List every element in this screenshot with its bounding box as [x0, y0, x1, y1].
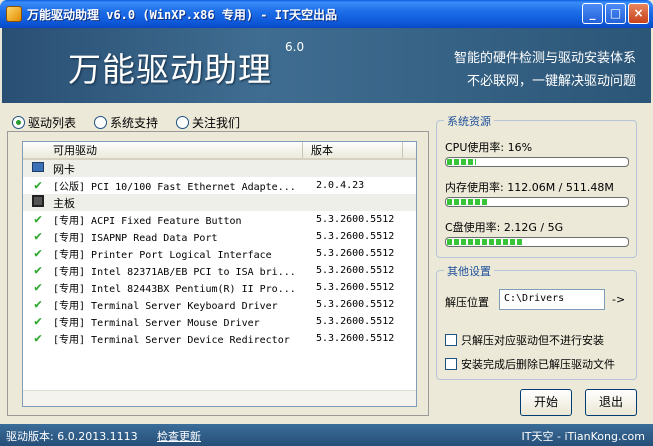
- memory-usage-label: 内存使用率: 112.06M / 511.48M: [445, 181, 614, 194]
- column-header-version[interactable]: 版本: [303, 142, 403, 158]
- table-row[interactable]: ✔ [专用] ISAPNP Read Data Port 5.3.2600.5512: [23, 228, 416, 245]
- table-row[interactable]: ✔ [专用] Terminal Server Device Redirector 5…: [23, 330, 416, 347]
- table-row[interactable]: ✔ [专用] Terminal Server Keyboard Driver 5.3…: [23, 296, 416, 313]
- check-icon: ✔: [34, 263, 42, 278]
- extract-path-input[interactable]: C:\Drivers: [499, 289, 605, 310]
- column-header-driver[interactable]: 可用驱动: [23, 142, 303, 158]
- driver-name: 主板: [53, 196, 75, 210]
- driver-version: 5.3.2600.5512: [316, 265, 395, 276]
- cpu-usage-label: CPU使用率: 16%: [445, 141, 533, 154]
- memory-usage-bar: [445, 197, 629, 207]
- window-title: 万能驱动助理 v6.0 (WinXP.x86 专用) - IT天空出品: [27, 8, 338, 22]
- cpu-usage-bar: [445, 157, 629, 167]
- cpu-usage-fill: [447, 159, 476, 165]
- checkbox-box: [445, 358, 457, 370]
- driver-name: [专用] Intel 82443BX Pentium(R) II Pro...: [53, 284, 296, 295]
- list-body: 网卡 ✔ [公版] PCI 10/100 Fast Ethernet Adapte.…: [23, 160, 416, 347]
- check-icon: ✔: [34, 178, 42, 193]
- slogan-line-2: 不必联网，一键解决驱动问题: [466, 74, 636, 89]
- extract-only-checkbox[interactable]: 只解压对应驱动但不进行安装: [445, 332, 604, 348]
- network-card-icon: [30, 162, 46, 175]
- table-row[interactable]: ✔ [专用] Terminal Server Mouse Driver 5.3.26…: [23, 313, 416, 330]
- banner: 万能驱动助理 6.0 智能的硬件检测与驱动安装体系 不必联网，一键解决驱动问题: [2, 28, 651, 103]
- table-row[interactable]: ✔ [专用] Intel 82371AB/EB PCI to ISA bri...…: [23, 262, 416, 279]
- tab-follow-us[interactable]: 关注我们: [176, 114, 240, 131]
- app-icon: [6, 6, 22, 22]
- check-icon: ✔: [34, 297, 42, 312]
- check-icon: ✔: [34, 246, 42, 261]
- other-settings-panel: 其他设置 解压位置 C:\Drivers -> 只解压对应驱动但不进行安装 安装…: [436, 263, 637, 380]
- close-button[interactable]: ×: [628, 3, 649, 24]
- disk-usage-label: C盘使用率: 2.12G / 5G: [445, 221, 564, 234]
- horizontal-scrollbar[interactable]: [23, 390, 416, 406]
- slogan-line-1: 智能的硬件检测与驱动安装体系: [453, 51, 636, 66]
- driver-name: [专用] Intel 82371AB/EB PCI to ISA bri...: [53, 267, 296, 278]
- tab-driver-list[interactable]: 驱动列表: [12, 114, 76, 131]
- check-icon: ✔: [34, 229, 42, 244]
- title-bar[interactable]: 万能驱动助理 v6.0 (WinXP.x86 专用) - IT天空出品 _ □ …: [0, 0, 653, 28]
- disk-usage-bar: [445, 237, 629, 247]
- radio-icon: [176, 116, 189, 129]
- driver-version: 5.3.2600.5512: [316, 316, 395, 327]
- checkbox-label: 安装完成后删除已解压驱动文件: [461, 358, 615, 371]
- driver-version: 5.3.2600.5512: [316, 214, 395, 225]
- minimize-button[interactable]: _: [582, 3, 603, 24]
- driver-name: [专用] Terminal Server Device Redirector: [53, 335, 290, 346]
- table-row[interactable]: ✔ [公版] PCI 10/100 Fast Ethernet Adapte...…: [23, 177, 416, 194]
- motherboard-icon: [30, 195, 46, 210]
- site-text: IT天空 - iTianKong.com: [521, 430, 645, 443]
- brand-version: 6.0: [285, 40, 305, 54]
- table-row[interactable]: ✔ [专用] ACPI Fixed Feature Button 5.3.2600.…: [23, 211, 416, 228]
- list-group-row[interactable]: 主板: [23, 194, 416, 211]
- exit-button[interactable]: 退出: [585, 389, 637, 416]
- tab-label: 系统支持: [110, 116, 159, 130]
- extract-path-label: 解压位置: [445, 296, 489, 309]
- tab-label: 关注我们: [192, 116, 241, 130]
- list-header: 可用驱动 版本: [23, 142, 416, 160]
- check-icon: ✔: [34, 331, 42, 346]
- driver-list[interactable]: 可用驱动 版本 网卡 ✔ [公版] PCI 10/100 Fast Ethernet…: [22, 141, 417, 407]
- radio-selected-icon: [12, 116, 25, 129]
- memory-usage-fill: [447, 199, 487, 205]
- check-icon: ✔: [34, 280, 42, 295]
- start-button[interactable]: 开始: [520, 389, 572, 416]
- check-update-link[interactable]: 检查更新: [157, 428, 201, 444]
- driver-version: 5.3.2600.5512: [316, 282, 395, 293]
- driver-name: [专用] ACPI Fixed Feature Button: [53, 216, 242, 227]
- table-row[interactable]: ✔ [专用] Intel 82443BX Pentium(R) II Pro...…: [23, 279, 416, 296]
- driver-name: [专用] Terminal Server Keyboard Driver: [53, 301, 278, 312]
- driver-name: 网卡: [53, 162, 75, 176]
- tab-system-support[interactable]: 系统支持: [94, 114, 158, 131]
- driver-name: [专用] Printer Port Logical Interface: [53, 250, 272, 261]
- status-bar: 驱动版本: 6.0.2013.1113 检查更新 IT天空 - iTianKon…: [0, 424, 653, 446]
- system-resources-panel: 系统资源 CPU使用率: 16% 内存使用率: 112.06M / 511.48…: [436, 113, 637, 258]
- checkbox-label: 只解压对应驱动但不进行安装: [461, 334, 604, 347]
- list-group-row[interactable]: 网卡: [23, 160, 416, 177]
- radio-icon: [94, 116, 107, 129]
- driver-version: 5.3.2600.5512: [316, 231, 395, 242]
- check-icon: ✔: [34, 314, 42, 329]
- table-row[interactable]: ✔ [专用] Printer Port Logical Interface 5.3.…: [23, 245, 416, 262]
- tab-label: 驱动列表: [28, 116, 77, 130]
- system-resources-title: 系统资源: [444, 113, 494, 129]
- driver-version: 5.3.2600.5512: [316, 333, 395, 344]
- driver-name: [公版] PCI 10/100 Fast Ethernet Adapte...: [53, 182, 296, 193]
- delete-after-install-checkbox[interactable]: 安装完成后删除已解压驱动文件: [445, 356, 615, 372]
- check-icon: ✔: [34, 212, 42, 227]
- other-settings-title: 其他设置: [444, 263, 494, 279]
- checkbox-box: [445, 334, 457, 346]
- driver-name: [专用] ISAPNP Read Data Port: [53, 233, 218, 244]
- driver-name: [专用] Terminal Server Mouse Driver: [53, 318, 260, 329]
- driver-version: 2.0.4.23: [316, 180, 365, 191]
- maximize-button[interactable]: □: [605, 3, 626, 24]
- browse-path-button[interactable]: ->: [612, 293, 625, 306]
- disk-usage-fill: [447, 239, 523, 245]
- driver-version-text: 驱动版本: 6.0.2013.1113: [6, 430, 138, 443]
- brand-title: 万能驱动助理: [68, 50, 272, 89]
- driver-version: 5.3.2600.5512: [316, 248, 395, 259]
- driver-version: 5.3.2600.5512: [316, 299, 395, 310]
